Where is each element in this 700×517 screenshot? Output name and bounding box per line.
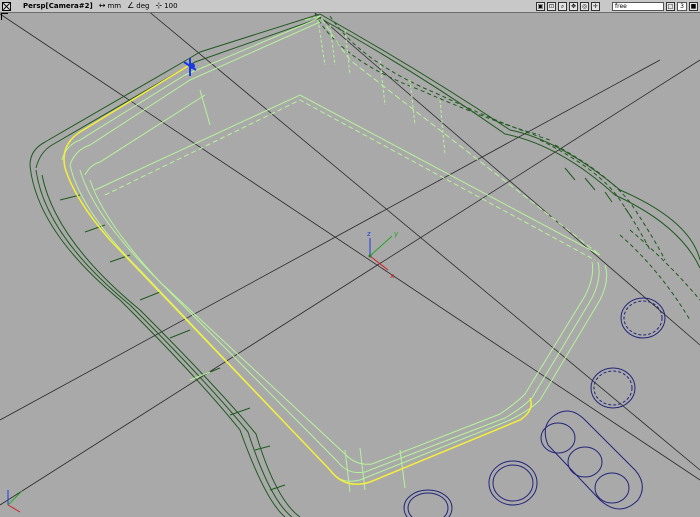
grid-size-indicator: ⊹ 100 [155,0,177,12]
perspective-viewport[interactable]: z y x Persp[Camera#2] ↔ mm ∠ deg ⊹ 100 ▣… [0,0,700,517]
outer-shell-wireframe [29,13,700,517]
dpad-circle [594,472,630,504]
pan-icon[interactable]: ✛ [591,1,600,11]
layout-count-field[interactable]: 3 [677,1,687,11]
camera-title: Persp[Camera#2] [23,2,93,10]
linear-unit-indicator: ↔ mm [99,0,121,12]
grid-size-icon: ⊹ [155,1,163,10]
y-axis-label: y [394,230,398,238]
scene-canvas[interactable]: z y x [0,0,700,517]
circle-button-outline [403,489,453,517]
viewport-corner-marker [1,13,8,20]
zoom-icon[interactable]: ⌕ [558,1,567,11]
circle-button-outline [623,300,663,336]
inner-tray-wireframe [61,15,608,493]
x-axis-label: x [390,272,394,280]
tumble-icon[interactable]: ✥ [569,1,578,11]
grid-line [0,13,700,481]
view-axis-triad [7,490,23,513]
linear-unit-label: mm [107,2,122,10]
close-window-icon[interactable] [2,1,11,11]
grid-line [299,0,700,346]
angle-unit-icon: ∠ [127,1,135,10]
z-axis-label: z [367,230,371,238]
angle-unit-indicator: ∠ deg [127,0,149,12]
frame-icon[interactable]: ◎ [580,1,589,11]
grid-size-label: 100 [164,2,178,10]
circle-button-outline [593,370,633,406]
angle-unit-label: deg [136,2,150,10]
circle-button-outline [620,297,666,339]
grid-line [0,59,661,421]
dpad-circle [567,446,603,478]
layout-icon[interactable]: □ [666,1,675,11]
button-circles [403,297,666,517]
view-mode-field[interactable]: free [612,1,664,11]
viewport-titlebar: Persp[Camera#2] ↔ mm ∠ deg ⊹ 100 ▣ ⊡ ⌕ ✥… [0,0,700,13]
circle-button-outline [492,464,534,502]
maximize-icon[interactable]: ■ [689,1,698,11]
circle-button-outline [590,367,636,409]
camera-icon[interactable]: ▣ [536,1,545,11]
linear-unit-icon: ↔ [98,1,106,10]
dolly-icon[interactable]: ⊡ [547,1,556,11]
circle-button-outline [407,492,449,517]
circle-button-outline [488,460,538,506]
